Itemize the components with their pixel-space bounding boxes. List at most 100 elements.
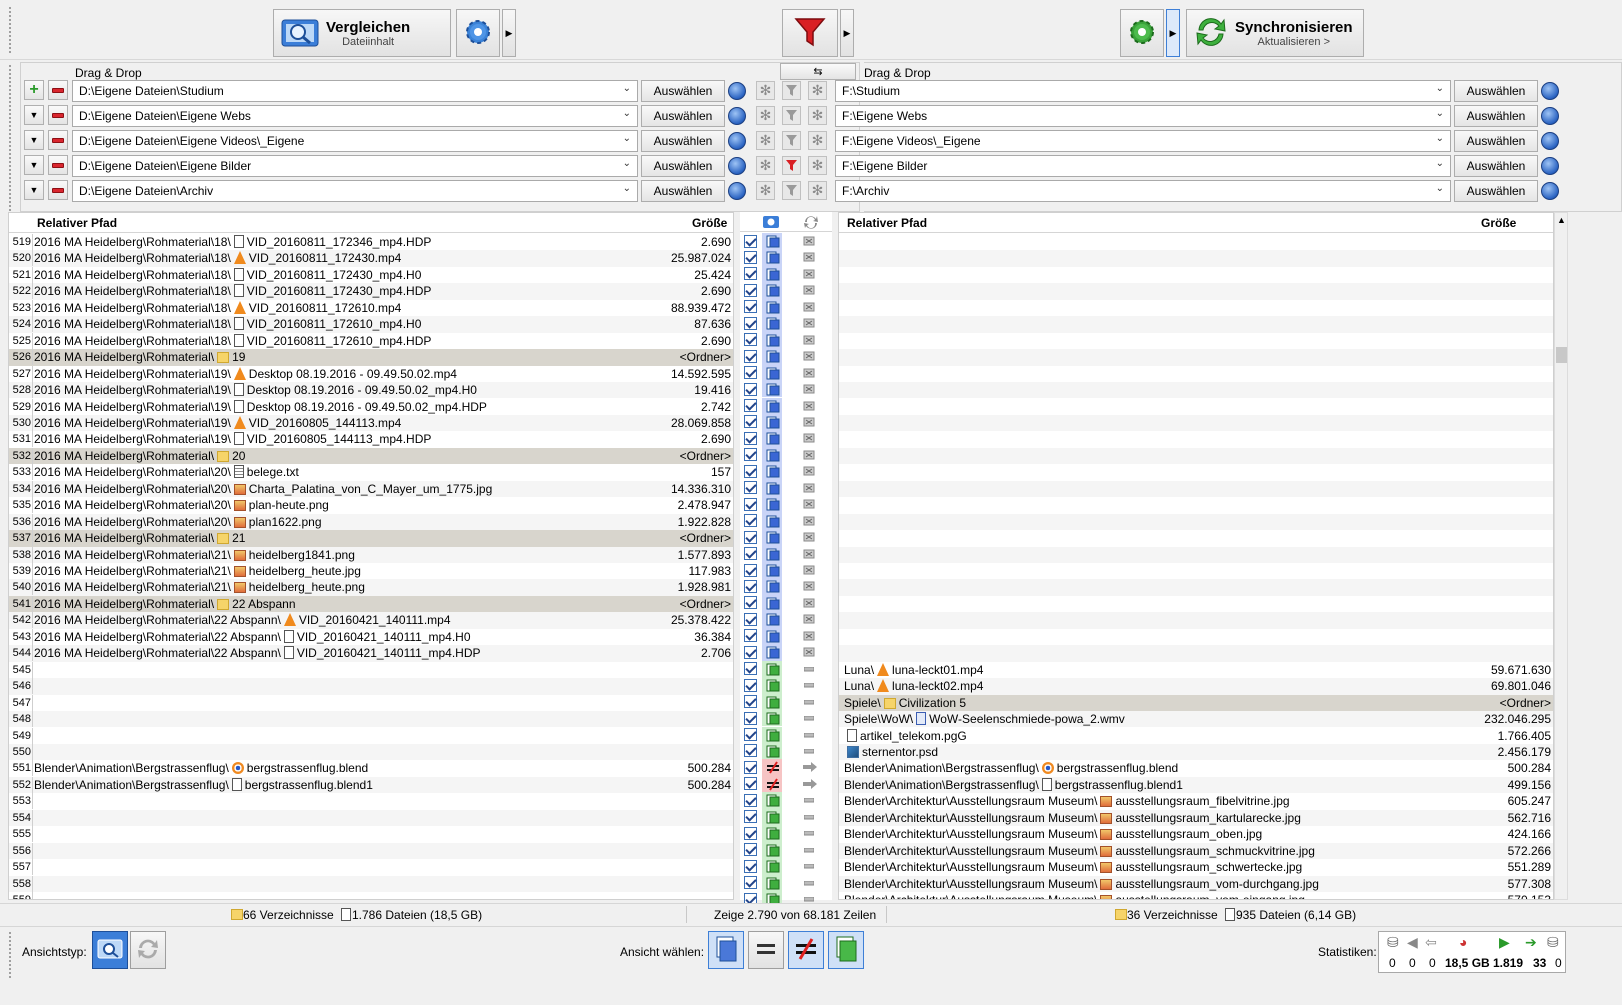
table-row[interactable] bbox=[839, 283, 1553, 300]
compare-category-cell[interactable] bbox=[762, 841, 782, 859]
right-col-path-header[interactable]: Relativer Pfad bbox=[847, 216, 927, 230]
table-row[interactable] bbox=[839, 250, 1553, 267]
right-select-folder-button[interactable]: Auswählen bbox=[1454, 80, 1538, 102]
table-row[interactable] bbox=[839, 530, 1553, 546]
view-different-button[interactable] bbox=[788, 931, 824, 969]
left-folder-combo[interactable]: D:\Eigene Dateien\Studium ⌄ bbox=[72, 80, 638, 102]
table-row[interactable]: 545 bbox=[9, 661, 733, 678]
table-row[interactable]: 533 2016 MA Heidelberg\Rohmaterial\20\ bel… bbox=[9, 464, 733, 481]
table-row[interactable]: Blender\Architektur\Ausstellungsraum Mus… bbox=[839, 859, 1553, 875]
right-select-folder-button[interactable]: Auswählen bbox=[1454, 130, 1538, 152]
filter-icon[interactable] bbox=[782, 156, 801, 175]
table-row[interactable]: 535 2016 MA Heidelberg\Rohmaterial\20\ pla… bbox=[9, 497, 733, 514]
table-row[interactable]: 543 2016 MA Heidelberg\Rohmaterial\22 Abs… bbox=[9, 628, 733, 645]
row-checkbox[interactable] bbox=[744, 876, 757, 890]
table-row[interactable] bbox=[839, 234, 1553, 250]
remove-folder-pair-button[interactable] bbox=[48, 80, 68, 100]
row-checkbox[interactable] bbox=[744, 415, 757, 429]
table-row[interactable]: 522 2016 MA Heidelberg\Rohmaterial\18\ VID… bbox=[9, 283, 733, 300]
compare-category-cell[interactable] bbox=[762, 529, 782, 546]
table-row[interactable]: 550 bbox=[9, 743, 733, 761]
table-row[interactable] bbox=[839, 596, 1553, 612]
table-row[interactable]: 536 2016 MA Heidelberg\Rohmaterial\20\ pla… bbox=[9, 513, 733, 531]
row-checkbox[interactable] bbox=[744, 612, 757, 626]
table-row[interactable] bbox=[839, 366, 1553, 382]
sync-menu-arrow[interactable]: ▶ bbox=[1166, 9, 1180, 57]
gear-icon[interactable]: ✻ bbox=[756, 156, 775, 175]
chevron-down-icon[interactable]: ⌄ bbox=[1436, 133, 1444, 144]
chevron-down-icon[interactable]: ⌄ bbox=[1436, 183, 1444, 194]
compare-category-cell[interactable] bbox=[762, 315, 782, 332]
compare-settings-button[interactable] bbox=[456, 9, 500, 57]
scroll-up-arrow[interactable]: ▲ bbox=[1557, 215, 1566, 225]
row-checkbox[interactable] bbox=[744, 448, 757, 462]
row-checkbox[interactable] bbox=[744, 678, 757, 692]
row-checkbox[interactable] bbox=[744, 826, 757, 840]
table-row[interactable]: 523 2016 MA Heidelberg\Rohmaterial\18\ VID… bbox=[9, 299, 733, 316]
table-row[interactable] bbox=[839, 316, 1553, 333]
gear-icon[interactable]: ✻ bbox=[756, 106, 775, 125]
table-row[interactable]: artikel_telekom.pgG 1.766.405 bbox=[839, 728, 1553, 744]
table-row[interactable]: 556 bbox=[9, 842, 733, 860]
globe-icon[interactable] bbox=[1541, 182, 1559, 200]
remove-folder-pair-button[interactable] bbox=[48, 105, 68, 125]
table-row[interactable]: 540 2016 MA Heidelberg\Rohmaterial\21\ hei… bbox=[9, 579, 733, 596]
row-checkbox[interactable] bbox=[744, 629, 757, 643]
left-select-folder-button[interactable]: Auswählen bbox=[641, 80, 725, 102]
compare-category-cell[interactable] bbox=[762, 644, 782, 661]
gear-icon[interactable]: ✻ bbox=[808, 131, 827, 150]
compare-column-icon[interactable] bbox=[762, 214, 780, 233]
table-row[interactable]: 526 2016 MA Heidelberg\Rohmaterial\ 19 <Ord… bbox=[9, 349, 733, 366]
panel-grip[interactable] bbox=[8, 64, 12, 212]
chevron-down-icon[interactable]: ⌄ bbox=[623, 133, 631, 144]
view-type-compare-button[interactable] bbox=[92, 931, 128, 969]
globe-icon[interactable] bbox=[728, 157, 746, 175]
table-row[interactable]: Blender\Animation\Bergstrassenflug\ bergs… bbox=[839, 760, 1553, 776]
view-equal-button[interactable] bbox=[748, 931, 784, 969]
row-checkbox[interactable] bbox=[744, 793, 757, 807]
right-select-folder-button[interactable]: Auswählen bbox=[1454, 155, 1538, 177]
compare-category-cell[interactable] bbox=[762, 578, 782, 595]
compare-category-cell[interactable] bbox=[762, 627, 782, 645]
folder-pair-menu-button[interactable]: ▼ bbox=[24, 155, 44, 175]
table-row[interactable]: 529 2016 MA Heidelberg\Rohmaterial\19\ Des… bbox=[9, 398, 733, 415]
gear-icon[interactable]: ✻ bbox=[808, 181, 827, 200]
left-select-folder-button[interactable]: Auswählen bbox=[641, 155, 725, 177]
gear-icon[interactable]: ✻ bbox=[808, 156, 827, 175]
table-row[interactable] bbox=[839, 612, 1553, 629]
table-row[interactable]: Luna\ luna-leckt01.mp4 59.671.630 bbox=[839, 662, 1553, 678]
compare-category-cell[interactable] bbox=[762, 381, 782, 398]
gear-icon[interactable]: ✻ bbox=[808, 106, 827, 125]
table-row[interactable]: 542 2016 MA Heidelberg\Rohmaterial\22 Abs… bbox=[9, 612, 733, 629]
chevron-down-icon[interactable]: ⌄ bbox=[1436, 158, 1444, 169]
table-row[interactable]: Blender\Architektur\Ausstellungsraum Mus… bbox=[839, 809, 1553, 827]
row-checkbox[interactable] bbox=[744, 382, 757, 396]
row-checkbox[interactable] bbox=[744, 300, 757, 314]
remove-folder-pair-button[interactable] bbox=[48, 155, 68, 175]
compare-category-cell[interactable] bbox=[762, 858, 782, 875]
left-folder-combo[interactable]: D:\Eigene Dateien\Archiv ⌄ bbox=[72, 180, 638, 202]
folder-pair-menu-button[interactable]: ▼ bbox=[24, 130, 44, 150]
chevron-down-icon[interactable]: ⌄ bbox=[623, 183, 631, 194]
left-col-path-header[interactable]: Relativer Pfad bbox=[37, 216, 117, 230]
left-select-folder-button[interactable]: Auswählen bbox=[641, 105, 725, 127]
row-checkbox[interactable] bbox=[744, 662, 757, 676]
view-left-only-button[interactable] bbox=[708, 931, 744, 969]
swap-sides-button[interactable]: ⇆ bbox=[780, 63, 856, 80]
filter-icon[interactable] bbox=[782, 131, 801, 150]
table-row[interactable] bbox=[839, 333, 1553, 349]
compare-category-cell[interactable] bbox=[762, 348, 782, 365]
table-row[interactable]: Blender\Architektur\Ausstellungsraum Mus… bbox=[839, 892, 1553, 899]
table-row[interactable]: 546 bbox=[9, 678, 733, 695]
filter-button[interactable] bbox=[782, 9, 838, 57]
compare-category-cell[interactable] bbox=[762, 808, 782, 826]
folder-pair-menu-button[interactable]: ▼ bbox=[24, 105, 44, 125]
row-checkbox[interactable] bbox=[744, 777, 757, 791]
compare-category-cell[interactable] bbox=[762, 874, 782, 891]
row-checkbox[interactable] bbox=[744, 859, 757, 873]
toolbar-grip[interactable] bbox=[8, 6, 12, 54]
table-row[interactable] bbox=[839, 645, 1553, 662]
row-checkbox[interactable] bbox=[744, 431, 757, 445]
row-checkbox[interactable] bbox=[744, 530, 757, 544]
add-folder-pair-button[interactable]: + bbox=[24, 80, 44, 100]
